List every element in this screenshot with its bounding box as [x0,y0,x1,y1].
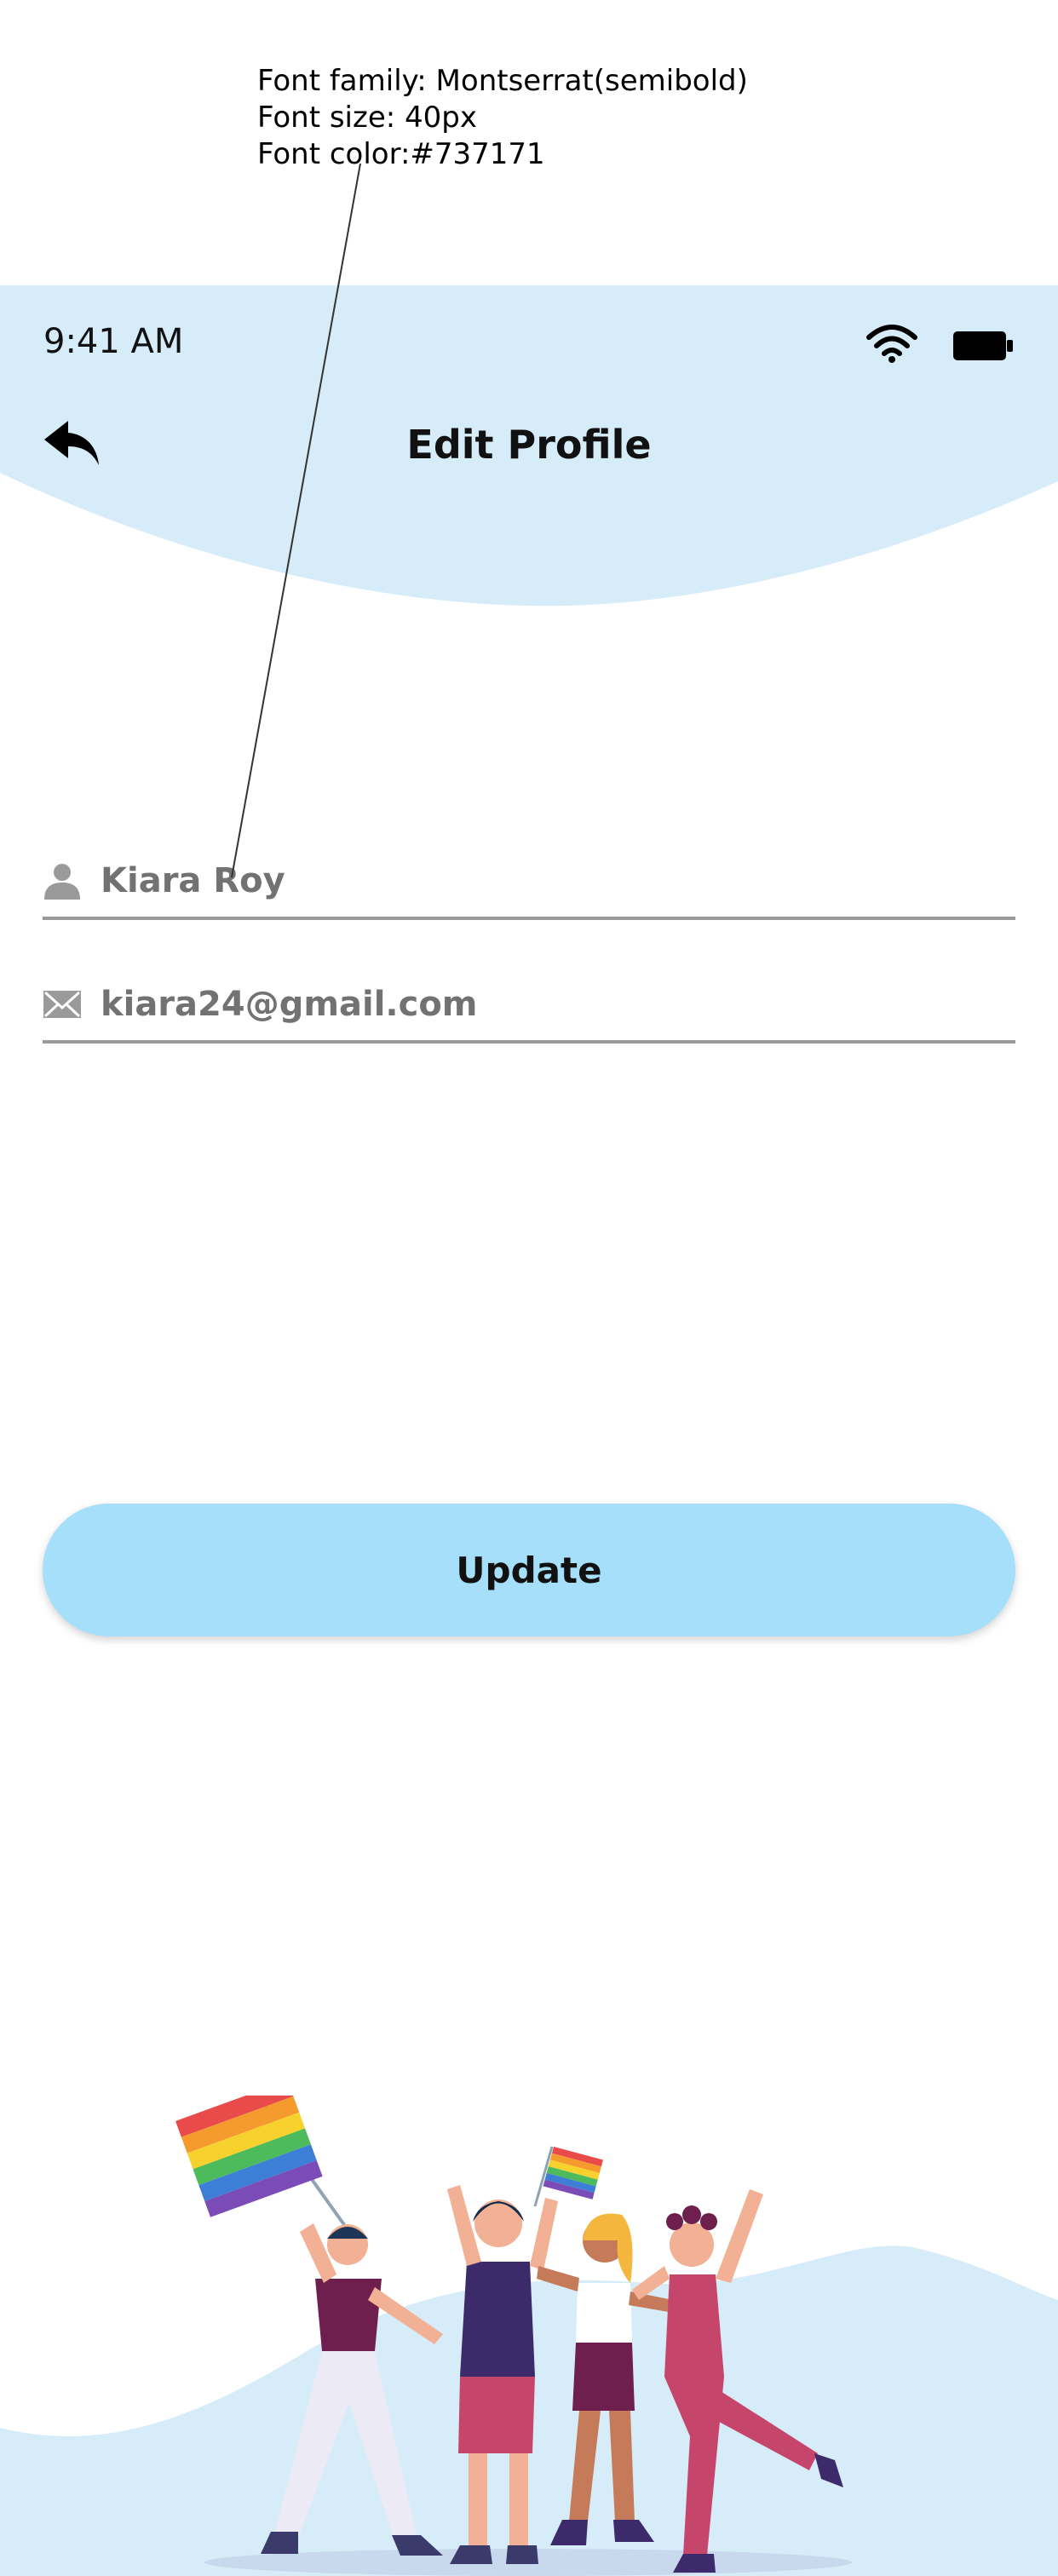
battery-icon [953,331,1013,360]
font-annotation: Font family: Montserrat(semibold) Font s… [257,63,748,173]
rainbow-flag-icon [175,2096,351,2234]
annotation-font-size: Font size: 40px [257,101,477,135]
wifi-icon [866,325,917,363]
name-input[interactable] [101,854,1003,908]
update-button[interactable]: Update [43,1504,1015,1636]
status-time: 9:41 AM [43,322,184,361]
email-input[interactable] [101,977,1003,1032]
page-title: Edit Profile [406,422,652,468]
rainbow-flag-icon [533,2146,603,2207]
annotation-font-family: Font family: Montserrat(semibold) [257,64,748,98]
annotation-font-color: Font color:#737171 [257,137,545,171]
email-field [43,972,1015,1044]
mail-icon [43,991,81,1018]
pride-celebration-illustration [0,2096,1058,2576]
name-field [43,848,1015,920]
person-icon [44,864,80,900]
